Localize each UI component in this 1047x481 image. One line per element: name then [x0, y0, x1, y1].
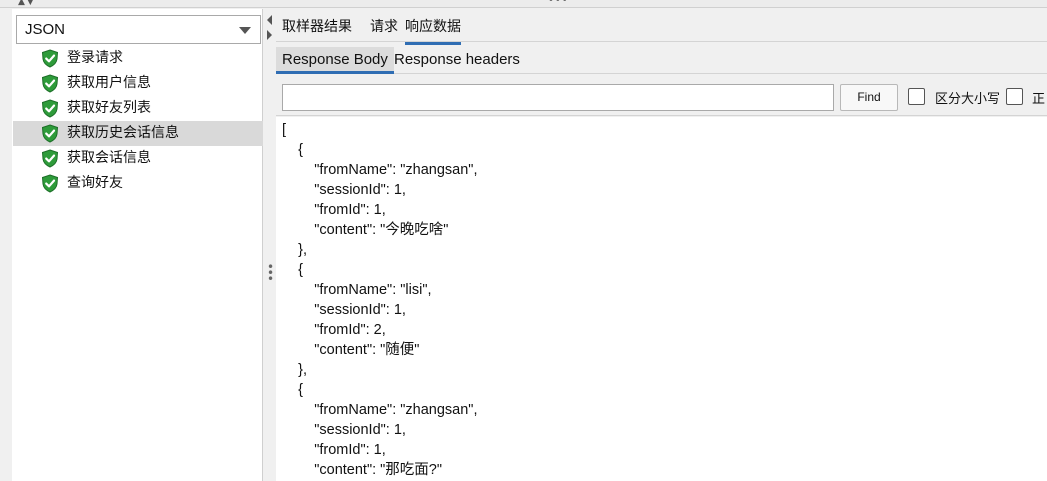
response-body-line: },	[282, 362, 307, 378]
case-sensitive-checkbox[interactable]	[908, 88, 925, 105]
renderer-select-value: JSON	[25, 21, 66, 38]
tree-item[interactable]: 登录请求	[13, 46, 263, 71]
response-body-line: [	[282, 122, 287, 138]
result-detail-panel: 取样器结果 请求 响应数据 Response Body Response hea…	[276, 9, 1047, 481]
regex-label: 正	[1032, 92, 1046, 107]
tree-item-label: 获取会话信息	[67, 150, 151, 166]
collapse-left-icon[interactable]	[267, 15, 272, 25]
results-tree-panel: JSON 登录请求获取用户信息 获取好友列表获取历史会话信息 获取会话信息 查询好友	[0, 9, 263, 481]
regex-checkbox[interactable]	[1006, 88, 1023, 105]
splitter-grip-icon[interactable]: • • •	[267, 261, 274, 285]
top-splitter-bar[interactable]: ▲▼ •••	[0, 0, 1047, 8]
tree-item-label: 查询好友	[67, 175, 123, 191]
response-body-line: "fromId": 1,	[282, 202, 386, 218]
response-body-line: {	[282, 382, 303, 398]
response-body-line: "content": "今晚吃啥"	[282, 222, 449, 238]
success-shield-icon	[41, 49, 59, 68]
response-body-line: "content": "随便"	[282, 342, 420, 358]
response-body-line: "fromName": "zhangsan",	[282, 162, 478, 178]
success-shield-icon	[41, 74, 59, 93]
tree-item[interactable]: 查询好友	[13, 171, 263, 196]
chevron-down-icon[interactable]	[239, 27, 251, 34]
tree-item-label: 登录请求	[67, 50, 123, 66]
sampler-result-tree: 登录请求获取用户信息 获取好友列表获取历史会话信息 获取会话信息 查询好友	[13, 46, 263, 196]
response-body-text[interactable]: [ { "fromName": "zhangsan", "sessionId":…	[276, 117, 1047, 481]
find-bar: Find 区分大小写 正	[276, 75, 1047, 116]
tab-response-headers[interactable]: Response headers	[388, 47, 526, 73]
drag-handle-icon[interactable]: •••	[548, 0, 569, 6]
response-body-line: {	[282, 262, 303, 278]
collapse-right-icon[interactable]	[267, 30, 272, 40]
tab-response-body[interactable]: Response Body	[276, 47, 394, 74]
tree-item[interactable]: 获取历史会话信息	[13, 121, 263, 146]
response-body-line: "fromId": 2,	[282, 322, 386, 338]
success-shield-icon	[41, 99, 59, 118]
tree-item-label: 获取用户信息	[67, 75, 151, 91]
success-shield-icon	[41, 124, 59, 143]
response-body-line: "content": "那吃面?"	[282, 462, 443, 478]
response-body-line: "sessionId": 1,	[282, 302, 406, 318]
case-sensitive-label: 区分大小写	[935, 92, 1001, 107]
tab-request[interactable]: 请求	[370, 16, 398, 36]
response-body-line: },	[282, 242, 307, 258]
tab-response-data[interactable]: 响应数据	[405, 16, 461, 45]
response-body-line: "fromName": "lisi",	[282, 282, 432, 298]
tree-item[interactable]: 获取会话信息	[13, 146, 263, 171]
response-body-line: "fromName": "zhangsan",	[282, 402, 478, 418]
tree-item-label: 获取历史会话信息	[67, 125, 179, 141]
response-body-line: "fromId": 1,	[282, 442, 386, 458]
tree-item-label: 获取好友列表	[67, 100, 151, 116]
response-body-line: {	[282, 142, 303, 158]
renderer-select[interactable]: JSON	[16, 15, 261, 44]
tab-sampler-result[interactable]: 取样器结果	[282, 16, 352, 36]
collapse-arrows-icon[interactable]: ▲▼	[18, 0, 36, 7]
find-button[interactable]: Find	[840, 84, 898, 111]
tree-item[interactable]: 获取用户信息	[13, 71, 263, 96]
search-input[interactable]	[282, 84, 834, 111]
left-gutter	[0, 9, 12, 481]
success-shield-icon	[41, 174, 59, 193]
result-tabs: 取样器结果 请求 响应数据	[276, 9, 1047, 45]
success-shield-icon	[41, 149, 59, 168]
panel-splitter[interactable]: • • •	[264, 9, 276, 481]
response-body-line: "sessionId": 1,	[282, 182, 406, 198]
tree-item[interactable]: 获取好友列表	[13, 96, 263, 121]
response-body-line: "sessionId": 1,	[282, 422, 406, 438]
response-sub-tabs: Response Body Response headers	[276, 47, 1047, 74]
